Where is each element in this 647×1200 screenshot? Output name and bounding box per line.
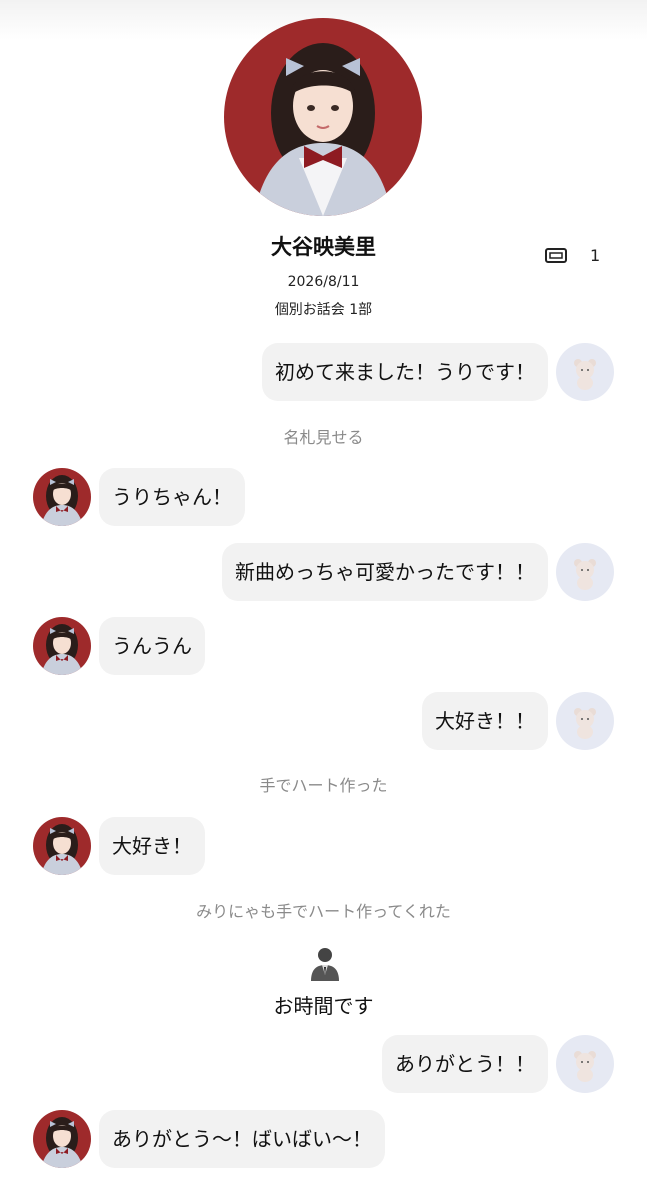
message-bubble: 初めて来ました！うりです！ [262,343,548,401]
action-note: 名札見せる [283,428,364,447]
chat-message-left: 大好き！ [0,817,647,875]
ticket-counter[interactable]: 1 [544,243,600,267]
chat-message-right: 新曲めっちゃ可愛かったです！！ [0,543,647,601]
message-bubble: 新曲めっちゃ可愛かったです！！ [222,543,548,601]
bear-avatar[interactable] [556,692,614,750]
bear-avatar[interactable] [556,1035,614,1093]
ticket-count: 1 [590,245,601,265]
event-name: 個別お話会 1部 [274,302,373,318]
message-bubble: ありがとう！！ [382,1035,548,1093]
event-date: 2026/8/11 [287,274,360,290]
bear-avatar[interactable] [556,543,614,601]
bear-avatar[interactable] [556,343,614,401]
action-note: 手でハート作った [259,776,388,795]
chat-message-right: 大好き！！ [0,692,647,750]
chat-message-right: ありがとう！！ [0,1035,647,1093]
chat-screen: 大谷映美里 1 2026/8/11 個別お話会 1部 初めて来ました！うりです！… [0,0,647,1200]
ticket-icon [545,248,567,263]
message-bubble: 大好き！！ [422,692,548,750]
message-bubble: 大好き！ [99,817,205,875]
message-bubble: うりちゃん！ [99,468,245,526]
chat-message-left: ありがとう〜！ばいばい〜！ [0,1110,647,1168]
profile-avatar[interactable] [224,18,422,216]
staff-announcement: お時間です [273,994,374,1018]
chat-message-right: 初めて来ました！うりです！ [0,343,647,401]
chat-message-left: うりちゃん！ [0,468,647,526]
action-note: みりにゃも手でハート作ってくれた [196,902,451,921]
message-bubble: ありがとう〜！ばいばい〜！ [99,1110,385,1168]
idol-avatar[interactable] [33,817,91,875]
idol-avatar[interactable] [33,617,91,675]
idol-avatar[interactable] [33,468,91,526]
idol-avatar[interactable] [33,1110,91,1168]
chat-message-left: うんうん [0,617,647,675]
message-bubble: うんうん [99,617,205,675]
staff-person-icon [311,948,339,981]
